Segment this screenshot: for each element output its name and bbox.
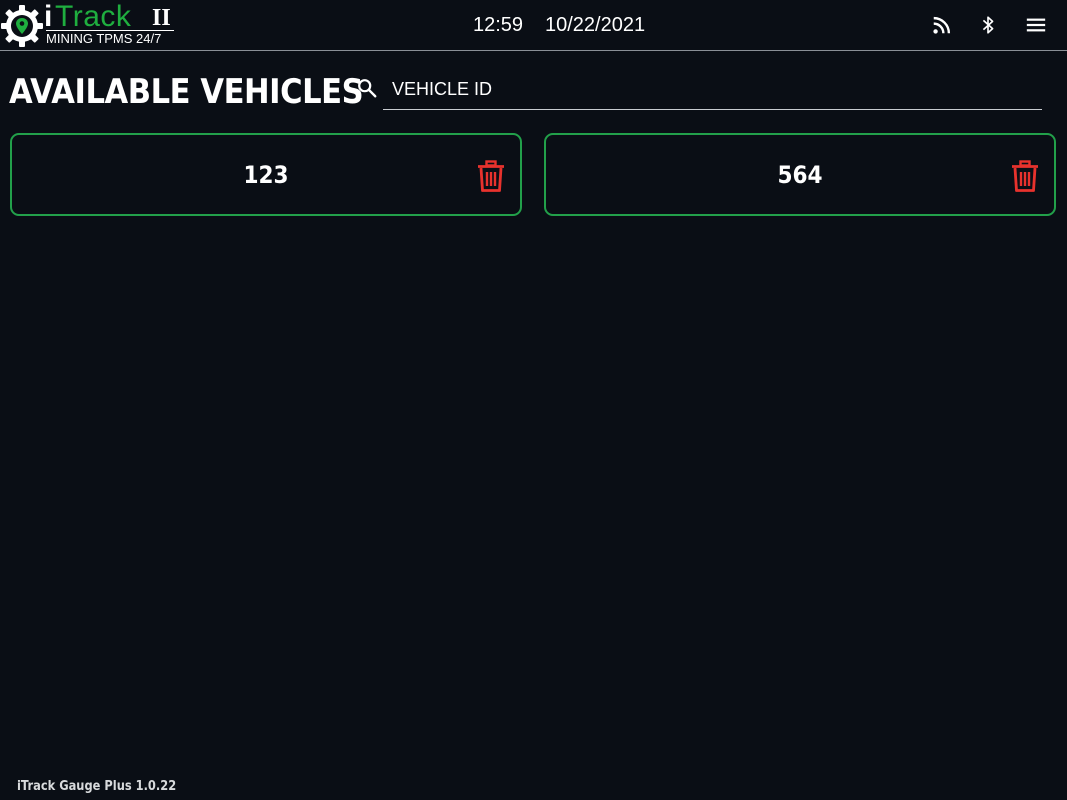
clock-time: 12:59 — [473, 14, 524, 36]
vehicle-id-label: 123 — [243, 161, 289, 189]
logo-i-text: i — [44, 0, 53, 33]
top-bar: i Track II MINING TPMS 24/7 12:59 10/22/… — [0, 0, 1067, 51]
vehicle-id-label: 564 — [777, 161, 823, 189]
delete-vehicle-trash-icon[interactable] — [1010, 160, 1040, 192]
vehicle-id-search-input[interactable] — [383, 70, 1042, 110]
clock-date: 10/22/2021 — [545, 14, 646, 36]
gear-pin-logo-icon — [1, 5, 43, 47]
menu-icon[interactable] — [1025, 14, 1047, 36]
bluetooth-icon[interactable] — [977, 14, 999, 36]
logo-track-text: Track — [55, 0, 132, 33]
logo-ii-text: II — [152, 5, 171, 31]
vehicle-card[interactable]: 123 — [10, 133, 522, 216]
search-icon — [358, 79, 377, 98]
rss-icon[interactable] — [931, 14, 953, 36]
vehicle-card[interactable]: 564 — [544, 133, 1056, 216]
app-logo: i Track II MINING TPMS 24/7 — [0, 0, 180, 48]
logo-tagline: MINING TPMS 24/7 — [46, 30, 174, 47]
page-title: AVAILABLE VEHICLES — [9, 72, 364, 112]
delete-vehicle-trash-icon[interactable] — [476, 160, 506, 192]
app-version: iTrack Gauge Plus 1.0.22 — [17, 779, 177, 794]
